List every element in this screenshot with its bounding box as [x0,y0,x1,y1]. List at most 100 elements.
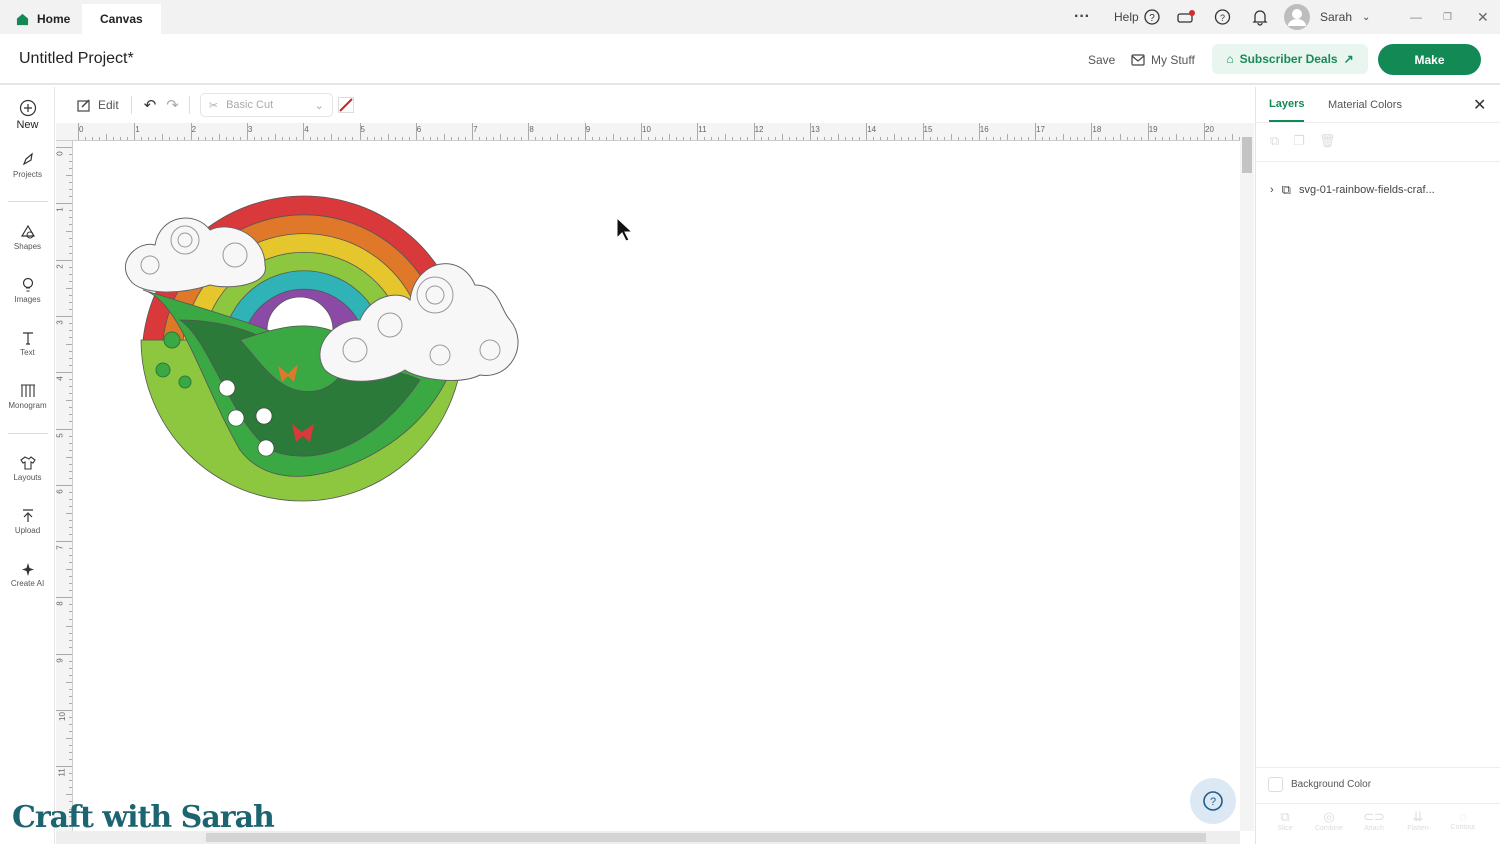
sidebar-label: Monogram [8,401,47,410]
my-stuff-label: My Stuff [1151,52,1195,67]
ruler-label: 5 [360,125,365,134]
combine-button[interactable]: ◎ Combine [1309,809,1349,832]
tab-label: Canvas [100,12,143,26]
group-icon[interactable]: ⧉ [1270,133,1279,149]
help-chat-icon: ? [1203,791,1223,811]
help-label: Help [1114,10,1139,24]
bell-icon[interactable] [1252,0,1268,34]
background-color-toggle[interactable]: Background Color [1268,777,1371,792]
sidebar-item-text[interactable]: Text [0,330,55,357]
project-header: Untitled Project* Save My Stuff ⌂ Subscri… [0,34,1500,85]
chevron-right-icon[interactable]: › [1270,184,1274,196]
svg-text:?: ? [1149,13,1155,24]
home-icon [16,13,29,25]
divider [8,433,48,434]
undo-icon[interactable]: ↶ [144,96,157,114]
ruler-label: 13 [810,125,820,134]
user-menu[interactable]: Sarah ⌄ [1284,0,1370,34]
help-button[interactable]: Help ? [1114,0,1160,34]
tab-material-colors[interactable]: Material Colors [1328,87,1402,122]
tab-label: Home [37,12,71,26]
duplicate-icon[interactable]: ❐ [1293,133,1305,149]
chevron-down-icon: ⌄ [1362,11,1371,23]
tab-canvas[interactable]: Canvas [82,4,161,34]
vertical-ruler: 0 1 2 3 4 5 6 7 8 9 10 11 [56,141,73,831]
sidebar-item-new[interactable]: New [0,99,55,131]
title-bar: Home Canvas ··· Help ? ? Sarah ⌄ — ❐ ✕ [0,0,1500,34]
deals-label: Subscriber Deals [1239,52,1338,66]
make-button[interactable]: Make [1378,44,1481,75]
more-menu-icon[interactable]: ··· [1074,0,1090,34]
text-icon [22,332,33,345]
action-label: Flatten [1407,825,1429,832]
avatar [1284,4,1310,30]
mouse-cursor-icon [616,217,634,242]
rainbow-fields-design[interactable] [114,162,574,542]
subscriber-deals-button[interactable]: ⌂ Subscriber Deals ↗ [1212,44,1368,74]
sidebar-item-shapes[interactable]: Shapes [0,224,55,251]
restore-button[interactable]: ❐ [1443,0,1452,34]
ruler-label: 20 [1205,125,1214,134]
sidebar-item-create-ai[interactable]: Create AI [0,561,55,588]
chevron-down-icon: ⌄ [314,99,324,112]
operation-select[interactable]: ✂ Basic Cut ⌄ [199,93,333,117]
ruler-label: 2 [191,125,197,134]
user-name: Sarah [1320,10,1353,24]
rocket-icon [22,152,33,166]
sidebar-item-monogram[interactable]: Monogram [0,383,55,410]
ruler-label: 4 [304,125,309,134]
edit-button[interactable]: Edit [76,98,119,113]
vertical-scrollbar[interactable] [1240,123,1254,831]
slice-button[interactable]: ⧉ Slice [1265,809,1305,832]
project-title[interactable]: Untitled Project* [19,50,134,68]
ruler-label: 7 [56,545,65,550]
ruler-label: 10 [57,712,67,721]
layer-item[interactable]: › ⧉ svg-01-rainbow-fields-craf... [1256,175,1488,205]
material-color-swatch[interactable] [337,97,354,113]
ruler-label: 3 [247,125,253,134]
minimize-button[interactable]: — [1410,0,1422,34]
ruler-label: 6 [416,125,422,134]
ruler-label: 7 [473,125,478,134]
ruler-label: 4 [56,376,65,381]
tab-home[interactable]: Home [2,4,84,34]
shapes-icon [20,224,35,239]
contour-button[interactable]: ◌ Contour [1443,809,1483,831]
action-label: Combine [1314,825,1343,832]
sidebar-item-images[interactable]: Images [0,277,55,304]
trash-icon[interactable]: 🗑 [1319,133,1336,149]
monogram-icon [20,384,35,397]
ruler-label: 5 [56,432,65,438]
design-canvas[interactable] [74,142,1240,831]
divider [188,96,190,114]
ruler-label: 16 [979,125,989,134]
ruler-label: 14 [867,125,877,134]
sidebar-label: Images [14,295,41,304]
tab-layers[interactable]: Layers [1269,87,1305,122]
upload-icon [22,509,33,522]
sidebar-label: Text [20,348,35,357]
sidebar-item-upload[interactable]: Upload [0,508,55,535]
sidebar-label: Create AI [10,579,45,588]
attach-button[interactable]: ⊂⊃ Attach [1354,809,1394,832]
redo-icon[interactable]: ↷ [166,96,179,114]
tag-icon: ⌂ [1226,52,1234,66]
ruler-label: 8 [56,601,65,607]
tab-label: Layers [1269,97,1305,110]
close-window-button[interactable]: ✕ [1477,0,1489,34]
external-link-icon: ↗ [1343,52,1354,66]
my-stuff-button[interactable]: My Stuff [1131,34,1195,85]
flatten-button[interactable]: ⇊ Flatten [1398,809,1438,832]
close-panel-icon[interactable]: ✕ [1473,87,1486,122]
ruler-label: 8 [529,125,534,134]
ruler-label: 15 [923,125,933,134]
background-color-checkbox[interactable] [1268,777,1283,792]
tshirt-icon [19,456,36,470]
group-layer-icon: ⧉ [1281,182,1291,197]
machine-icon[interactable] [1177,0,1195,34]
save-button[interactable]: Save [1088,34,1115,85]
sidebar-item-projects[interactable]: Projects [0,152,55,179]
sidebar-item-layouts[interactable]: Layouts [0,455,55,482]
chat-help-icon[interactable]: ? [1214,0,1231,34]
help-fab-button[interactable]: ? [1190,778,1236,824]
